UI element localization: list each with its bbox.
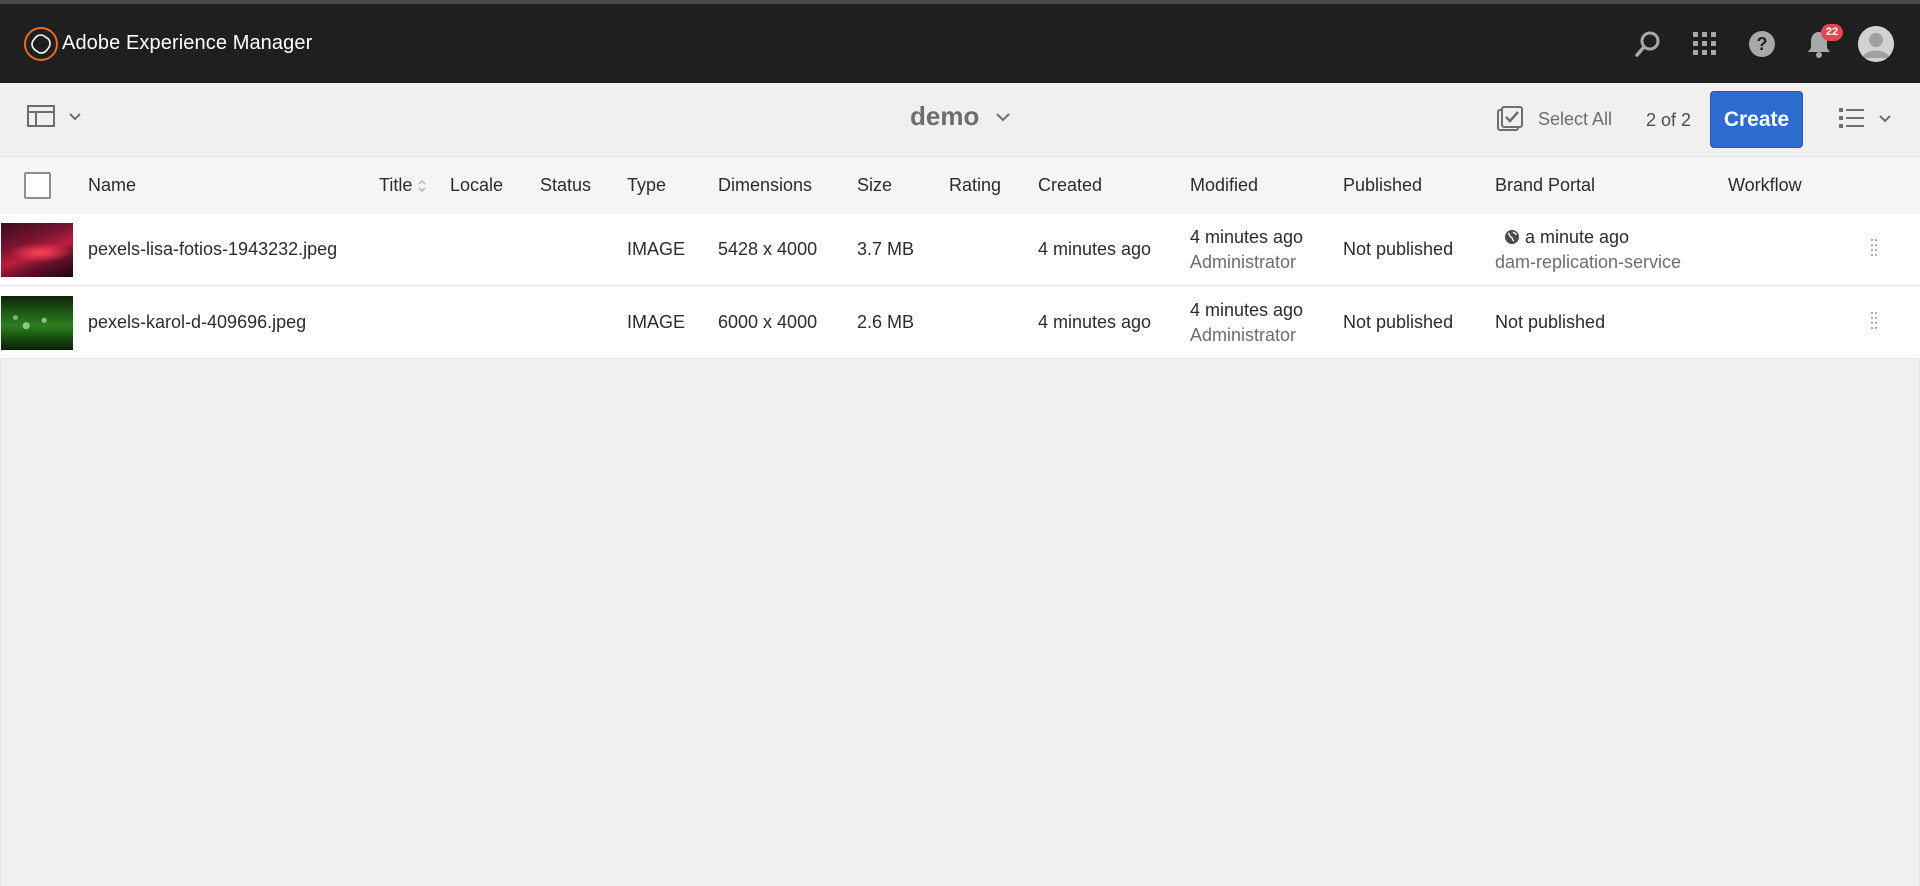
user-avatar-icon — [1858, 25, 1894, 62]
asset-dimensions: 6000 x 4000 — [718, 312, 818, 332]
column-header-size[interactable]: Size — [857, 175, 892, 196]
asset-dimensions: 5428 x 4000 — [718, 239, 818, 259]
globe-icon — [1505, 230, 1519, 244]
folder-title: demo — [910, 101, 980, 131]
column-header-title-label: Title — [379, 175, 413, 195]
asset-type: IMAGE — [627, 239, 686, 259]
brand-portal-status: a minute ago — [1504, 227, 1629, 248]
column-header-locale[interactable]: Locale — [450, 175, 503, 196]
create-button[interactable]: Create — [1710, 91, 1803, 148]
select-all-label: Select All — [1538, 108, 1613, 129]
action-bar: demo Select All 2 of 2 Create — [0, 83, 1920, 157]
table-row[interactable]: pexels-lisa-fotios-1943232.jpeg IMAGE 54… — [0, 214, 1920, 286]
adobe-logo-icon — [24, 26, 58, 61]
column-header-published[interactable]: Published — [1343, 175, 1422, 196]
asset-modified-by: Administrator — [1190, 252, 1297, 272]
asset-created: 4 minutes ago — [1038, 312, 1152, 332]
help-icon: ? — [1749, 30, 1775, 57]
help-button[interactable]: ? — [1742, 24, 1782, 64]
asset-modified: 4 minutes ago — [1190, 300, 1304, 320]
drag-handle-icon[interactable] — [1870, 238, 1878, 265]
svg-text:?: ? — [1757, 34, 1768, 54]
asset-published-status: Not published — [1343, 312, 1454, 332]
asset-name: pexels-karol-d-409696.jpeg — [88, 312, 307, 332]
asset-name: pexels-lisa-fotios-1943232.jpeg — [88, 239, 338, 259]
asset-size: 2.6 MB — [857, 312, 915, 332]
empty-content-area — [0, 359, 1920, 886]
asset-published-status: Not published — [1343, 239, 1454, 259]
asset-size: 3.7 MB — [857, 239, 915, 259]
search-icon — [1635, 31, 1660, 57]
folder-title-dropdown[interactable]: demo — [910, 101, 1013, 132]
asset-modified: 4 minutes ago — [1190, 227, 1304, 247]
apps-grid-icon — [1693, 31, 1716, 55]
app-header: Adobe Experience Manager ? 22 — [0, 4, 1920, 83]
notifications-button[interactable]: 22 — [1799, 23, 1843, 64]
app-title: Adobe Experience Manager — [62, 32, 313, 54]
column-header-title[interactable]: Title — [379, 175, 427, 196]
column-header-name[interactable]: Name — [88, 175, 136, 196]
brand-portal-status: Not published — [1495, 312, 1606, 332]
chevron-down-icon — [69, 113, 81, 121]
asset-thumbnail[interactable] — [1, 223, 73, 277]
asset-modified-by: Administrator — [1190, 325, 1297, 345]
column-header-modified[interactable]: Modified — [1190, 175, 1258, 196]
user-profile-button[interactable] — [1856, 24, 1896, 64]
asset-type: IMAGE — [627, 312, 686, 332]
rail-panel-icon — [27, 105, 55, 127]
brand-portal-by: dam-replication-service — [1495, 252, 1682, 272]
sort-icon — [418, 180, 426, 193]
chevron-down-icon — [996, 112, 1011, 121]
brand-portal-time: a minute ago — [1525, 227, 1630, 247]
column-header-type[interactable]: Type — [627, 175, 666, 196]
brand-home-link[interactable]: Adobe Experience Manager — [24, 26, 313, 61]
column-header-dimensions[interactable]: Dimensions — [718, 175, 812, 196]
select-all-rows-checkbox[interactable] — [24, 172, 51, 199]
table-row[interactable]: pexels-karol-d-409696.jpeg IMAGE 6000 x … — [0, 287, 1920, 359]
asset-thumbnail[interactable] — [1, 296, 73, 350]
search-button[interactable] — [1628, 24, 1668, 64]
selection-count: 2 of 2 — [1646, 110, 1692, 130]
asset-created: 4 minutes ago — [1038, 239, 1152, 259]
notification-count-badge: 22 — [1821, 23, 1843, 41]
column-header-created[interactable]: Created — [1038, 175, 1102, 196]
view-switcher-button[interactable] — [1838, 105, 1894, 131]
column-header-workflow[interactable]: Workflow — [1728, 175, 1802, 196]
select-all-checkbox-icon — [1497, 106, 1523, 131]
drag-handle-icon[interactable] — [1870, 311, 1878, 338]
column-header-brand-portal[interactable]: Brand Portal — [1495, 175, 1595, 196]
chevron-down-icon — [1879, 115, 1891, 123]
select-all-button[interactable]: Select All — [1496, 105, 1612, 133]
column-header-rating[interactable]: Rating — [949, 175, 1001, 196]
rail-toggle-button[interactable] — [26, 103, 84, 129]
column-header-status[interactable]: Status — [540, 175, 591, 196]
solutions-button[interactable] — [1685, 24, 1725, 64]
table-header: Name Title Locale Status Type Dimensions… — [0, 157, 1920, 214]
list-view-icon — [1839, 108, 1864, 128]
